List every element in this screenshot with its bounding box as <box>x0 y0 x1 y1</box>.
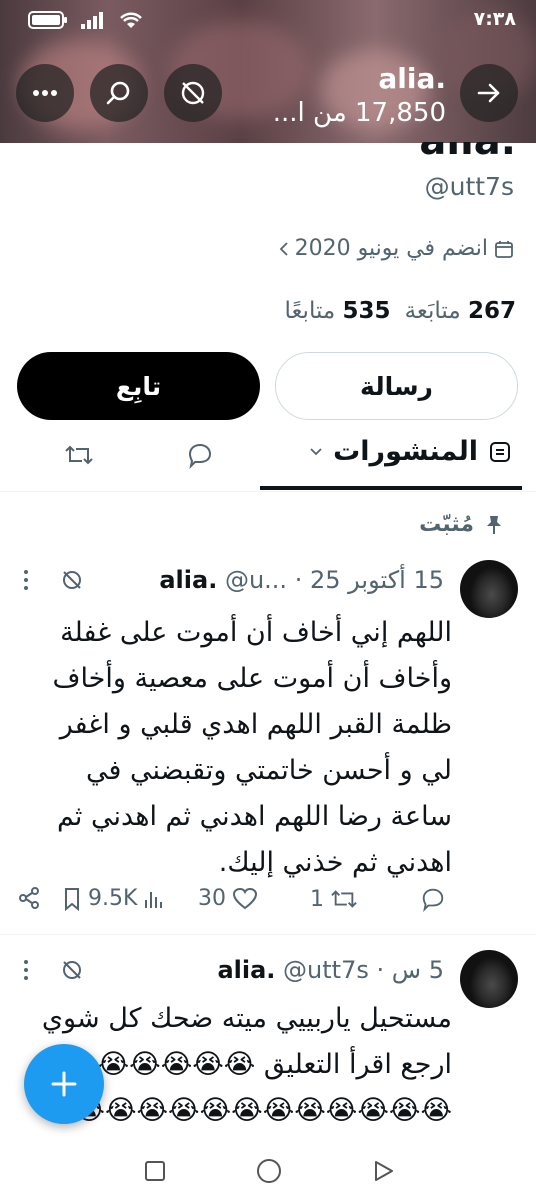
header-subtitle: 17,850 من ا... <box>272 98 446 128</box>
tweet-meta: alia. @u... · 15 أكتوبر 25 <box>159 566 444 594</box>
avatar[interactable] <box>460 950 518 1008</box>
tweet-time: 15 أكتوبر 25 <box>309 566 444 594</box>
home-button[interactable] <box>256 1158 282 1188</box>
more-vertical-icon <box>24 570 28 590</box>
pinned-indicator: مُثبّت <box>419 512 504 537</box>
retweet-count: 1 <box>310 886 324 912</box>
more-vertical-icon <box>24 960 28 980</box>
reply-action[interactable] <box>420 886 446 912</box>
tweet-divider <box>0 934 536 935</box>
profile-handle: @utt7s <box>424 172 514 201</box>
no-notification-icon <box>63 571 81 589</box>
following-count: 535 <box>342 298 391 324</box>
search-icon <box>106 81 130 105</box>
views-action[interactable]: 9.5K <box>62 886 163 911</box>
pinned-label: مُثبّت <box>419 512 474 537</box>
signal-icon <box>81 12 103 29</box>
arrow-right-icon <box>477 83 500 103</box>
plus-icon <box>51 1071 77 1097</box>
notifications-off-button[interactable] <box>164 64 222 122</box>
tweet-handle: @u... <box>224 566 288 594</box>
compose-button[interactable] <box>24 1044 104 1124</box>
tweet-time: 5 س <box>391 956 444 984</box>
tweet-more-button[interactable] <box>22 568 30 596</box>
chevron-left-icon <box>279 241 288 256</box>
followers-label: متابَعة <box>404 298 461 324</box>
notification-off-small <box>60 958 84 986</box>
retweet-action[interactable]: 1 <box>310 886 358 912</box>
status-icons <box>28 10 144 30</box>
pin-icon <box>487 515 501 534</box>
views-count: 9.5K <box>88 886 138 911</box>
retweet-icon <box>65 445 93 465</box>
joined-text: انضم في يونيو 2020 <box>294 236 488 261</box>
tab-replies[interactable] <box>186 441 214 473</box>
following-link[interactable]: 535 متابعًا <box>284 298 390 324</box>
more-button[interactable] <box>16 64 74 122</box>
tweet-sep: · <box>376 956 385 984</box>
square-icon <box>145 1161 165 1181</box>
list-icon <box>490 441 510 462</box>
search-button[interactable] <box>90 64 148 122</box>
like-count: 30 <box>198 886 226 911</box>
following-label: متابعًا <box>284 298 336 324</box>
battery-icon <box>28 11 67 29</box>
tab-posts[interactable]: المنشورات <box>309 436 512 467</box>
share-action[interactable] <box>18 886 40 910</box>
bookmark-icon <box>65 887 79 911</box>
avatar[interactable] <box>460 560 518 618</box>
share-icon <box>19 887 39 909</box>
status-time: ٧:٣٨ <box>473 8 516 30</box>
profile-header-banner: ٧:٣٨ alia. 17,850 من ا... <box>0 0 536 143</box>
followers-link[interactable]: 267 متابَعة <box>405 298 516 324</box>
triangle-back-icon <box>375 1161 393 1181</box>
more-icon <box>33 90 57 96</box>
tweet-handle: @utt7s <box>283 956 369 984</box>
back-button[interactable] <box>460 64 518 122</box>
notification-off-small <box>60 568 84 596</box>
no-notification-icon <box>63 961 81 979</box>
tab-reposts[interactable] <box>64 441 94 473</box>
tweet-1[interactable]: alia. @u... · 15 أكتوبر 25 اللهم إني أخا… <box>0 556 536 926</box>
wifi-icon <box>120 12 142 28</box>
system-nav-bar <box>0 1146 536 1200</box>
heart-icon <box>232 887 258 909</box>
reply-icon <box>188 443 212 470</box>
tweet-text: اللهم إني أخاف أن أموت على غفلة وأخاف أن… <box>52 617 452 878</box>
like-action[interactable]: 30 <box>198 886 258 911</box>
retweet-icon <box>331 890 357 908</box>
profile-joined: انضم في يونيو 2020 <box>279 236 514 261</box>
circle-icon <box>257 1159 281 1183</box>
tweet-author[interactable]: alia. <box>159 566 217 594</box>
back-nav-button[interactable] <box>372 1160 394 1186</box>
notification-off-icon <box>181 81 205 105</box>
tweet-more-button[interactable] <box>22 958 30 986</box>
follow-counts: 267 متابَعة 535 متابعًا <box>284 298 516 324</box>
message-button[interactable]: رسالة <box>275 352 518 420</box>
analytics-icon <box>145 891 163 908</box>
reply-icon <box>422 888 444 912</box>
calendar-icon <box>495 240 513 258</box>
tab-posts-label: المنشورات <box>333 436 478 467</box>
chevron-down-icon <box>310 447 322 455</box>
tweet-meta: alia. @utt7s · 5 س <box>217 956 444 984</box>
tab-active-indicator <box>260 486 522 490</box>
header-title: alia. <box>378 62 446 95</box>
tweet-sep: · <box>294 566 303 594</box>
recents-button[interactable] <box>144 1160 166 1186</box>
tweet-author[interactable]: alia. <box>217 956 275 984</box>
followers-count: 267 <box>467 298 516 324</box>
follow-button[interactable]: تابِع <box>17 352 260 420</box>
